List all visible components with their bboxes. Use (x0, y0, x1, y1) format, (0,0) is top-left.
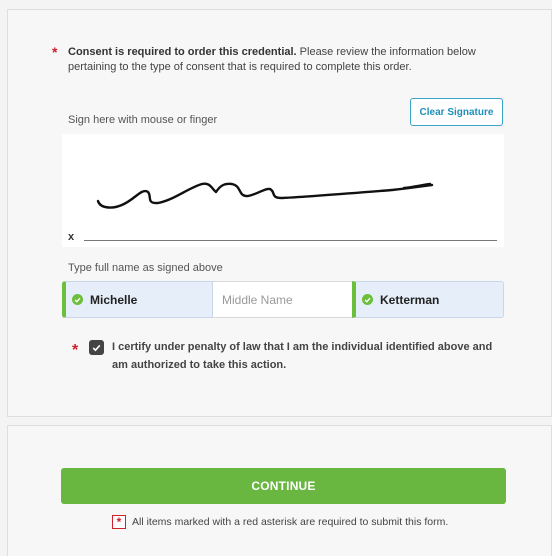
required-asterisk-badge: * (112, 515, 126, 529)
middle-name-placeholder: Middle Name (222, 292, 293, 307)
signature-line (84, 240, 497, 241)
certify-text: I certify under penalty of law that I am… (112, 341, 493, 371)
full-name-fields: Michelle Middle Name Ketterman (62, 281, 504, 318)
signature-stroke (96, 182, 434, 209)
checkmark-icon (92, 344, 101, 351)
signature-pad[interactable]: x (62, 134, 504, 247)
first-name-field[interactable]: Michelle (62, 281, 213, 318)
required-footnote: * All items marked with a red asterisk a… (112, 515, 448, 529)
signature-x-mark: x (68, 231, 75, 243)
required-asterisk: * (72, 342, 79, 359)
certify-statement: * I certify under penalty of law that I … (72, 338, 502, 374)
required-asterisk: * (52, 44, 58, 60)
continue-button[interactable]: CONTINUE (61, 468, 506, 504)
first-name-value: Michelle (90, 292, 138, 307)
last-name-field[interactable]: Ketterman (352, 281, 504, 318)
check-circle-icon (72, 294, 83, 305)
clear-signature-button[interactable]: Clear Signature (410, 98, 503, 126)
full-name-label: Type full name as signed above (68, 262, 223, 274)
signature-label: Sign here with mouse or finger (68, 114, 218, 126)
middle-name-field[interactable]: Middle Name (213, 281, 352, 318)
consent-required-text: Consent is required to order this creden… (68, 46, 297, 58)
certify-checkbox[interactable] (89, 340, 104, 355)
last-name-value: Ketterman (380, 292, 440, 307)
consent-note: * Consent is required to order this cred… (52, 44, 495, 75)
check-circle-icon (362, 294, 373, 305)
required-footnote-text: All items marked with a red asterisk are… (132, 516, 449, 528)
